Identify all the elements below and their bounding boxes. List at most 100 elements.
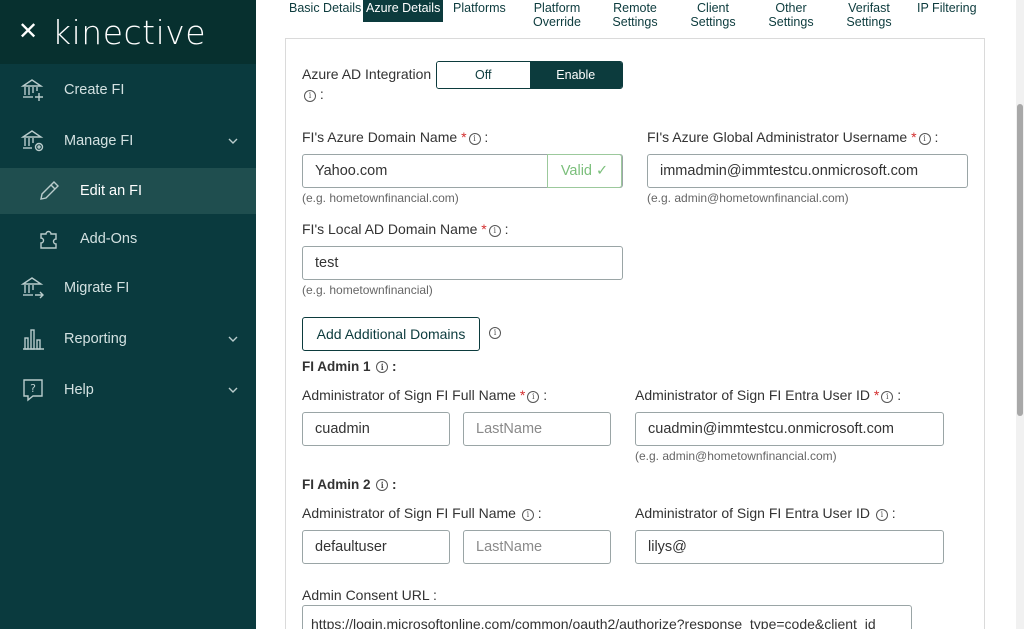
azure-domain-value: Yahoo.com (315, 163, 388, 179)
admin1-last-name-input[interactable]: LastName (463, 412, 611, 446)
info-icon[interactable]: i (527, 391, 540, 403)
admin1-entra-input[interactable]: cuadmin@immtestcu.onmicrosoft.com (635, 412, 944, 446)
info-icon[interactable]: i (875, 509, 888, 521)
azure-domain-hint: (e.g. hometownfinancial.com) (302, 191, 459, 205)
azure-domain-input[interactable]: Yahoo.com Valid ✓ (302, 154, 623, 188)
consent-url-field[interactable]: https://login.microsoftonline.com/common… (302, 605, 912, 629)
sidebar-item-label: Edit an FI (80, 183, 143, 199)
admin1-entra-value: cuadmin@immtestcu.onmicrosoft.com (648, 421, 894, 437)
sidebar-item-label: Add-Ons (80, 231, 138, 247)
svg-text:?: ? (30, 382, 36, 395)
pencil-icon (40, 181, 59, 200)
local-domain-label: FI's Local AD Domain Name * i : (302, 221, 509, 237)
sidebar-item-label: Create FI (64, 82, 125, 98)
sidebar-item-label: Manage FI (64, 133, 134, 149)
tab-label: Platforms (453, 1, 506, 15)
fi-admin-2-title: FI Admin 2 i : (302, 477, 397, 492)
chevron-down-icon (228, 387, 238, 393)
azure-integration-label: Azure AD Integration (302, 66, 432, 82)
admin2-entra-value: lilys@ (648, 539, 687, 555)
azure-admin-label: FI's Azure Global Administrator Username… (647, 129, 939, 145)
sidebar-item-label: Reporting (64, 331, 127, 347)
puzzle-icon (40, 230, 57, 249)
page-scrollbar[interactable] (1016, 0, 1024, 629)
admin2-fullname-label: Administrator of Sign FI Full Name i : (302, 505, 542, 521)
tab-platform-override[interactable]: Platform Override (532, 1, 582, 29)
tab-label: Settings (612, 15, 658, 29)
info-icon[interactable]: i (304, 90, 316, 102)
tab-label: Settings (768, 15, 814, 29)
tab-azure-details[interactable]: Azure Details (363, 0, 444, 22)
tab-ip-filtering[interactable]: IP Filtering (917, 1, 977, 15)
sidebar-item-create-fi[interactable]: Create FI (0, 67, 256, 113)
tab-label: IP Filtering (917, 1, 977, 15)
admin2-entra-input[interactable]: lilys@ (635, 530, 944, 564)
admin1-entra-label: Administrator of Sign FI Entra User ID *… (635, 387, 902, 403)
admin2-first-name-input[interactable]: defaultuser (302, 530, 450, 564)
chevron-down-icon (228, 336, 238, 342)
admin1-fullname-label: Administrator of Sign FI Full Name * i : (302, 387, 548, 403)
tab-label: Other (775, 1, 807, 15)
azure-integration-toggle[interactable]: Off Enable (436, 61, 623, 89)
admin1-last-placeholder: LastName (476, 421, 543, 437)
azure-domain-label: FI's Azure Domain Name * i : (302, 129, 489, 145)
tab-label: Verifast (848, 1, 890, 15)
local-domain-hint: (e.g. hometownfinancial) (302, 283, 433, 297)
info-icon[interactable]: i (376, 479, 389, 491)
sidebar-item-help[interactable]: ? Help (0, 367, 256, 413)
bank-add-icon (20, 79, 44, 101)
sidebar-item-label: Help (64, 382, 94, 398)
toggle-enable-option[interactable]: Enable (529, 62, 622, 88)
azure-admin-value: immadmin@immtestcu.onmicrosoft.com (660, 163, 919, 179)
brand-bar: ✕ kinective (0, 0, 256, 64)
info-icon[interactable]: i (468, 133, 481, 145)
info-icon[interactable]: i (488, 225, 501, 237)
admin2-last-name-input[interactable]: LastName (463, 530, 611, 564)
admin2-first-value: defaultuser (315, 539, 387, 555)
info-icon[interactable]: i (376, 361, 389, 373)
tab-basic-details[interactable]: Basic Details (289, 1, 361, 15)
admin2-entra-label: Administrator of Sign FI Entra User ID i… (635, 505, 896, 521)
sidebar-item-reporting[interactable]: Reporting (0, 316, 256, 362)
tab-label: Basic Details (289, 1, 362, 15)
tab-label: Settings (690, 15, 736, 29)
info-icon[interactable]: i (489, 327, 501, 339)
tab-other-settings[interactable]: Other Settings (765, 1, 817, 29)
sidebar-item-edit-fi[interactable]: Edit an FI (0, 168, 256, 214)
info-icon[interactable]: i (881, 391, 894, 403)
tab-platforms[interactable]: Platforms (453, 1, 506, 15)
chevron-down-icon (228, 138, 238, 144)
admin1-first-value: cuadmin (315, 421, 370, 437)
add-domains-button[interactable]: Add Additional Domains (302, 317, 480, 351)
tab-label: Remote (613, 1, 657, 15)
tab-label: Azure Details (366, 1, 441, 15)
info-icon[interactable]: i (521, 509, 534, 521)
admin2-last-placeholder: LastName (476, 539, 543, 555)
logo: kinective (52, 12, 207, 52)
sidebar-item-label: Migrate FI (64, 280, 130, 296)
info-icon[interactable]: i (918, 133, 931, 145)
local-domain-input[interactable]: test (302, 246, 623, 280)
tab-verifast-settings[interactable]: Verifast Settings (843, 1, 895, 29)
bank-gear-icon (20, 130, 44, 152)
local-domain-value: test (315, 255, 339, 271)
tab-remote-settings[interactable]: Remote Settings (610, 1, 660, 29)
azure-admin-hint: (e.g. admin@hometownfinancial.com) (647, 191, 849, 205)
sidebar: ✕ kinective Create FI Manage FI Edit an … (0, 0, 256, 629)
tab-client-settings[interactable]: Client Settings (688, 1, 738, 29)
bank-migrate-icon (20, 277, 44, 299)
consent-url-label: Admin Consent URL : (302, 587, 437, 603)
azure-admin-input[interactable]: immadmin@immtestcu.onmicrosoft.com (647, 154, 968, 188)
admin1-first-name-input[interactable]: cuadmin (302, 412, 450, 446)
sidebar-item-manage-fi[interactable]: Manage FI (0, 118, 256, 164)
toggle-off-option[interactable]: Off (437, 62, 530, 88)
valid-badge: Valid ✓ (547, 154, 622, 188)
sidebar-item-add-ons[interactable]: Add-Ons (0, 216, 256, 262)
bar-chart-icon (23, 329, 44, 350)
fi-admin-1-title: FI Admin 1 i : (302, 359, 397, 374)
sidebar-item-migrate-fi[interactable]: Migrate FI (0, 265, 256, 311)
tab-label: Override (533, 15, 581, 29)
scrollbar-thumb[interactable] (1017, 104, 1023, 416)
close-icon[interactable]: ✕ (18, 20, 40, 44)
consent-url-value: https://login.microsoftonline.com/common… (311, 616, 876, 629)
